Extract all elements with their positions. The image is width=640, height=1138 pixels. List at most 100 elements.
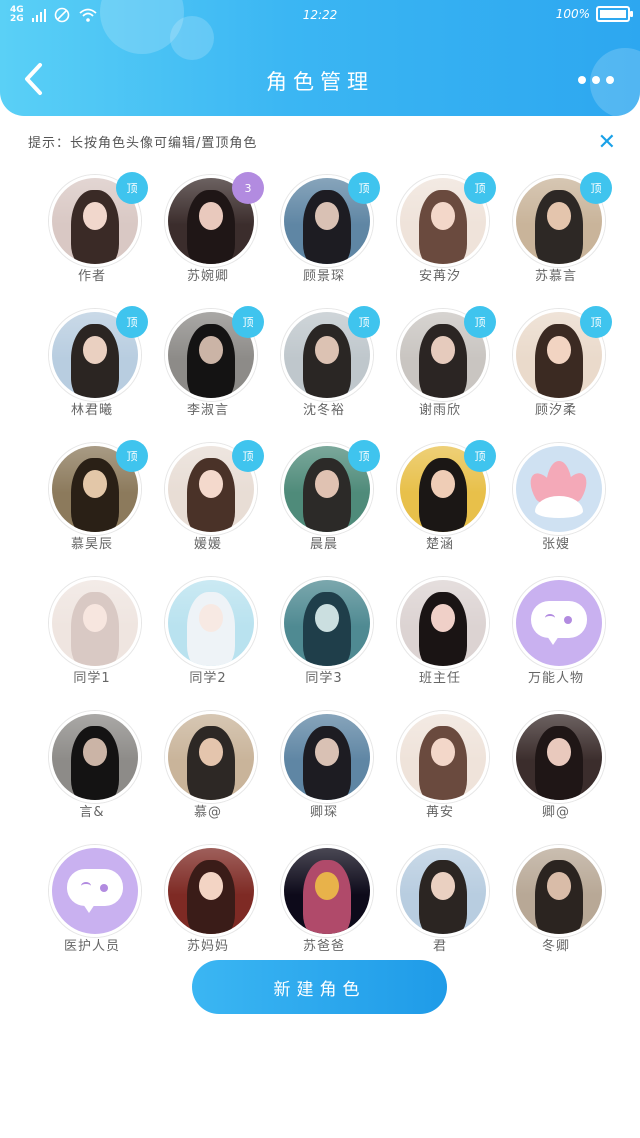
character-card[interactable]: 卿琛 — [266, 708, 382, 842]
chat-bubble-icon — [516, 580, 602, 666]
pin-badge: 顶 — [464, 306, 496, 338]
avatar-photo — [168, 580, 254, 666]
character-name: 林君曦 — [70, 403, 113, 418]
character-card[interactable]: 3 苏婉卿 — [150, 172, 266, 306]
pin-badge: 顶 — [116, 306, 148, 338]
avatar-photo — [400, 580, 486, 666]
character-card[interactable]: 苏爸爸 — [266, 842, 382, 976]
avatar[interactable] — [281, 577, 373, 669]
more-menu-button[interactable] — [578, 76, 614, 84]
pin-badge: 顶 — [348, 440, 380, 472]
character-card[interactable]: 顶顾汐柔 — [498, 306, 614, 440]
avatar[interactable] — [513, 443, 605, 535]
character-name: 班主任 — [418, 671, 461, 686]
character-name: 卿琛 — [309, 805, 338, 820]
avatar[interactable] — [513, 577, 605, 669]
character-card[interactable]: 卿@ — [498, 708, 614, 842]
character-card[interactable]: 张嫂 — [498, 440, 614, 574]
pin-badge: 顶 — [232, 306, 264, 338]
hint-text: 提示：长按角色头像可编辑/置顶角色 — [28, 136, 258, 151]
character-card[interactable]: 同学1 — [34, 574, 150, 708]
character-card[interactable]: 顶作者 — [34, 172, 150, 306]
character-name: 张嫂 — [541, 537, 570, 552]
character-card[interactable]: 同学2 — [150, 574, 266, 708]
character-card[interactable]: 顶顾景琛 — [266, 172, 382, 306]
character-card[interactable]: 顶晨晨 — [266, 440, 382, 574]
character-name: 同学1 — [73, 671, 111, 686]
character-name: 媛媛 — [193, 537, 222, 552]
avatar[interactable] — [281, 845, 373, 937]
character-name: 冬卿 — [541, 939, 570, 954]
avatar[interactable] — [49, 845, 141, 937]
character-name: 慕@ — [193, 805, 222, 820]
avatar-photo — [284, 714, 370, 800]
character-name: 言& — [79, 805, 105, 820]
character-name: 卿@ — [541, 805, 570, 820]
character-card[interactable]: 顶媛媛 — [150, 440, 266, 574]
character-card[interactable]: 顶林君曦 — [34, 306, 150, 440]
avatar[interactable] — [397, 845, 489, 937]
character-card[interactable]: 顶慕昊辰 — [34, 440, 150, 574]
character-name: 万能人物 — [527, 671, 584, 686]
character-name: 楚涵 — [425, 537, 454, 552]
character-card[interactable]: 班主任 — [382, 574, 498, 708]
avatar[interactable] — [165, 845, 257, 937]
character-card[interactable]: 万能人物 — [498, 574, 614, 708]
character-name: 苏爸爸 — [302, 939, 345, 954]
pin-badge: 顶 — [116, 440, 148, 472]
battery-icon — [596, 6, 633, 22]
avatar-photo — [400, 714, 486, 800]
avatar-photo — [284, 848, 370, 934]
pin-badge: 3 — [232, 172, 264, 204]
avatar[interactable] — [49, 711, 141, 803]
avatar[interactable] — [165, 711, 257, 803]
avatar-photo — [400, 848, 486, 934]
character-name: 晨晨 — [309, 537, 338, 552]
status-time: 12:22 — [302, 8, 338, 22]
character-card[interactable]: 顶李淑言 — [150, 306, 266, 440]
pin-badge: 顶 — [348, 306, 380, 338]
avatar-photo — [284, 580, 370, 666]
character-card[interactable]: 慕@ — [150, 708, 266, 842]
avatar[interactable] — [49, 577, 141, 669]
character-card[interactable]: 苏妈妈 — [150, 842, 266, 976]
chat-bubble-icon — [52, 848, 138, 934]
avatar[interactable] — [397, 711, 489, 803]
character-name: 安苒汐 — [418, 269, 461, 284]
avatar[interactable] — [397, 577, 489, 669]
character-name: 苒安 — [425, 805, 454, 820]
avatar[interactable] — [165, 577, 257, 669]
character-card[interactable]: 顶沈冬裕 — [266, 306, 382, 440]
character-name: 李淑言 — [186, 403, 229, 418]
character-card[interactable]: 同学3 — [266, 574, 382, 708]
avatar[interactable] — [513, 711, 605, 803]
page-title: 角色管理 — [266, 70, 374, 94]
character-name: 谢雨欣 — [418, 403, 461, 418]
character-card[interactable]: 顶楚涵 — [382, 440, 498, 574]
avatar-photo — [52, 714, 138, 800]
character-name: 作者 — [77, 269, 106, 284]
character-card[interactable]: 医护人员 — [34, 842, 150, 976]
character-card[interactable]: 言& — [34, 708, 150, 842]
battery-percent: 100% — [555, 7, 590, 21]
status-bar: 4G 2G 12:22 100% — [10, 6, 633, 26]
character-card[interactable]: 顶苏慕言 — [498, 172, 614, 306]
character-card[interactable]: 苒安 — [382, 708, 498, 842]
close-hint-button[interactable]: ✕ — [598, 130, 616, 155]
pin-badge: 顶 — [464, 172, 496, 204]
lotus-image — [516, 446, 602, 532]
character-card[interactable]: 顶谢雨欣 — [382, 306, 498, 440]
character-name: 君 — [432, 939, 447, 954]
avatar[interactable] — [281, 711, 373, 803]
avatar[interactable] — [513, 845, 605, 937]
pin-badge: 顶 — [116, 172, 148, 204]
character-card[interactable]: 君 — [382, 842, 498, 976]
character-card[interactable]: 顶安苒汐 — [382, 172, 498, 306]
character-grid: 顶作者 3 苏婉卿顶顾景琛顶安苒汐顶苏慕言顶林君曦顶李淑言顶沈冬裕顶谢雨欣顶顾汐柔顶… — [34, 172, 614, 976]
character-name: 沈冬裕 — [302, 403, 345, 418]
new-character-button[interactable]: 新建角色 — [192, 960, 447, 1014]
header-bar: 4G 2G 12:22 100% 角色管理 — [0, 0, 640, 116]
pin-badge: 顶 — [464, 440, 496, 472]
character-name: 苏慕言 — [534, 269, 577, 284]
character-card[interactable]: 冬卿 — [498, 842, 614, 976]
